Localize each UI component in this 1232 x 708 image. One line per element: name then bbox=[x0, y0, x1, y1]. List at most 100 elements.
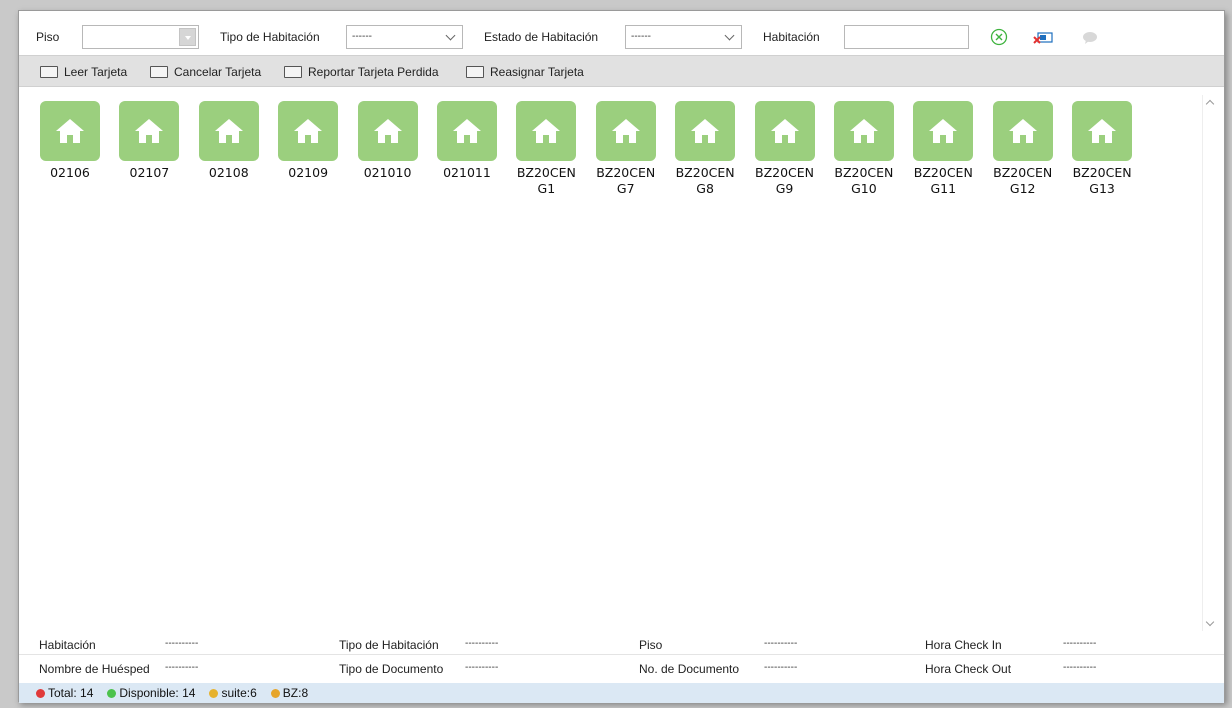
room-tile[interactable]: 021010 bbox=[353, 95, 423, 205]
house-icon bbox=[40, 101, 100, 161]
room-name: 02107 bbox=[129, 165, 170, 180]
room-search-label: Habitación bbox=[763, 30, 820, 44]
house-icon bbox=[357, 101, 418, 161]
detail-doc-no-label: No. de Documento bbox=[639, 662, 740, 676]
cancel-card-icon bbox=[150, 66, 168, 78]
room-tile[interactable]: BZ20CEN G7 bbox=[591, 95, 661, 205]
report-lost-card-icon bbox=[284, 66, 302, 78]
status-bz-text: BZ:8 bbox=[282, 686, 309, 700]
room-tile[interactable]: BZ20CEN G11 bbox=[908, 95, 978, 205]
room-name: 02106 bbox=[50, 165, 90, 180]
room-tile[interactable]: BZ20CEN G13 bbox=[1067, 95, 1137, 205]
detail-room-value: ---------- bbox=[165, 638, 199, 649]
cancel-card-label: Cancelar Tarjeta bbox=[174, 65, 262, 79]
detail-floor-label: Piso bbox=[639, 638, 663, 652]
room-tile[interactable]: 021011 bbox=[432, 95, 502, 205]
room-tile[interactable]: 02109 bbox=[273, 95, 343, 205]
room-type-select[interactable]: ------ bbox=[346, 25, 463, 49]
room-name: BZ20CEN G11 bbox=[913, 165, 973, 196]
card-toolbar: Leer Tarjeta Cancelar Tarjeta Reportar T… bbox=[19, 55, 1224, 87]
status-suite: suite:6 bbox=[209, 686, 257, 700]
detail-room-label: Habitación bbox=[39, 638, 96, 652]
clear-filter-icon[interactable] bbox=[989, 27, 1009, 47]
house-icon bbox=[516, 101, 577, 161]
orange-dot-icon bbox=[270, 688, 280, 698]
room-tile[interactable]: BZ20CEN G8 bbox=[670, 95, 740, 205]
room-grid: 02106 02107 02108 02109 021010 021011 BZ20CEN … bbox=[26, 95, 1138, 205]
detail-checkout-value: ---------- bbox=[1063, 662, 1097, 673]
message-icon[interactable] bbox=[1080, 27, 1100, 47]
detail-floor-value: ---------- bbox=[764, 638, 798, 649]
scroll-up-icon[interactable] bbox=[1205, 99, 1215, 109]
detail-room-type-value: ---------- bbox=[465, 638, 499, 649]
house-icon bbox=[913, 101, 974, 161]
house-icon bbox=[1072, 101, 1133, 161]
delete-card-icon[interactable] bbox=[1032, 27, 1053, 47]
filter-bar: Piso Tipo de Habitación ------ Estado de… bbox=[19, 11, 1224, 55]
room-type-select-value: ------ bbox=[352, 31, 372, 42]
detail-room-type-label: Tipo de Habitación bbox=[339, 638, 439, 652]
room-name: BZ20CEN G1 bbox=[516, 165, 576, 196]
read-card-icon bbox=[40, 66, 58, 78]
room-tile[interactable]: 02106 bbox=[35, 95, 105, 205]
room-tile[interactable]: BZ20CEN G10 bbox=[829, 95, 899, 205]
dropdown-arrow-icon[interactable] bbox=[179, 28, 196, 46]
status-suite-text: suite:6 bbox=[221, 686, 257, 700]
room-tile[interactable]: BZ20CEN G9 bbox=[750, 95, 820, 205]
house-icon bbox=[595, 101, 656, 161]
read-card-label: Leer Tarjeta bbox=[64, 65, 128, 79]
detail-guest-label: Nombre de Huésped bbox=[39, 662, 150, 676]
floor-select[interactable] bbox=[82, 25, 199, 49]
scroll-down-icon[interactable] bbox=[1205, 617, 1215, 627]
status-available-text: Disponible: 14 bbox=[119, 686, 196, 700]
room-status-select[interactable]: ------ bbox=[625, 25, 742, 49]
house-icon bbox=[119, 101, 180, 161]
green-dot-icon bbox=[107, 688, 117, 698]
reassign-card-button[interactable]: Reasignar Tarjeta bbox=[466, 64, 584, 80]
room-tile[interactable]: 02107 bbox=[114, 95, 184, 205]
house-icon bbox=[992, 101, 1053, 161]
room-name: BZ20CEN G12 bbox=[993, 165, 1053, 196]
cancel-card-button[interactable]: Cancelar Tarjeta bbox=[150, 64, 261, 80]
detail-doc-type-label: Tipo de Documento bbox=[339, 662, 444, 676]
detail-checkin-value: ---------- bbox=[1063, 638, 1097, 649]
chevron-down-icon bbox=[724, 30, 735, 41]
yellow-dot-icon bbox=[209, 688, 219, 698]
chevron-down-icon bbox=[445, 30, 456, 41]
detail-checkout-label: Hora Check Out bbox=[925, 662, 1012, 676]
room-tile[interactable]: BZ20CEN G12 bbox=[988, 95, 1058, 205]
detail-doc-type-value: ---------- bbox=[465, 662, 499, 673]
room-name: BZ20CEN G9 bbox=[755, 165, 815, 196]
reassign-card-icon bbox=[466, 66, 484, 78]
house-icon bbox=[278, 101, 339, 161]
room-name: BZ20CEN G7 bbox=[596, 165, 656, 196]
room-status-label: Estado de Habitación bbox=[484, 30, 599, 44]
room-name: BZ20CEN G10 bbox=[834, 165, 894, 196]
room-name: BZ20CEN G13 bbox=[1072, 165, 1132, 196]
status-total: Total: 14 bbox=[36, 686, 93, 700]
room-tile[interactable]: 02108 bbox=[194, 95, 264, 205]
house-icon bbox=[198, 101, 259, 161]
report-lost-card-button[interactable]: Reportar Tarjeta Perdida bbox=[284, 64, 439, 80]
room-name: 02109 bbox=[288, 165, 329, 180]
house-icon bbox=[833, 101, 894, 161]
room-search-input[interactable] bbox=[844, 25, 969, 49]
read-card-button[interactable]: Leer Tarjeta bbox=[40, 64, 127, 80]
detail-row: Habitación ---------- Tipo de Habitación… bbox=[19, 631, 1224, 655]
detail-guest-value: ---------- bbox=[165, 662, 199, 673]
status-bar: Total: 14 Disponible: 14 suite:6 BZ:8 bbox=[19, 683, 1224, 703]
vertical-scrollbar[interactable] bbox=[1202, 95, 1217, 633]
detail-doc-no-value: ---------- bbox=[764, 662, 798, 673]
reassign-card-label: Reasignar Tarjeta bbox=[490, 65, 584, 79]
report-lost-card-label: Reportar Tarjeta Perdida bbox=[308, 65, 439, 79]
room-name: 02108 bbox=[208, 165, 249, 180]
detail-checkin-label: Hora Check In bbox=[925, 638, 1002, 652]
house-icon bbox=[754, 101, 815, 161]
room-tile[interactable]: BZ20CEN G1 bbox=[511, 95, 581, 205]
floor-label: Piso bbox=[36, 30, 60, 44]
room-type-label: Tipo de Habitación bbox=[220, 30, 320, 44]
house-icon bbox=[675, 101, 736, 161]
room-name: BZ20CEN G8 bbox=[675, 165, 735, 196]
room-name: 021011 bbox=[443, 165, 491, 180]
status-available: Disponible: 14 bbox=[107, 686, 195, 700]
